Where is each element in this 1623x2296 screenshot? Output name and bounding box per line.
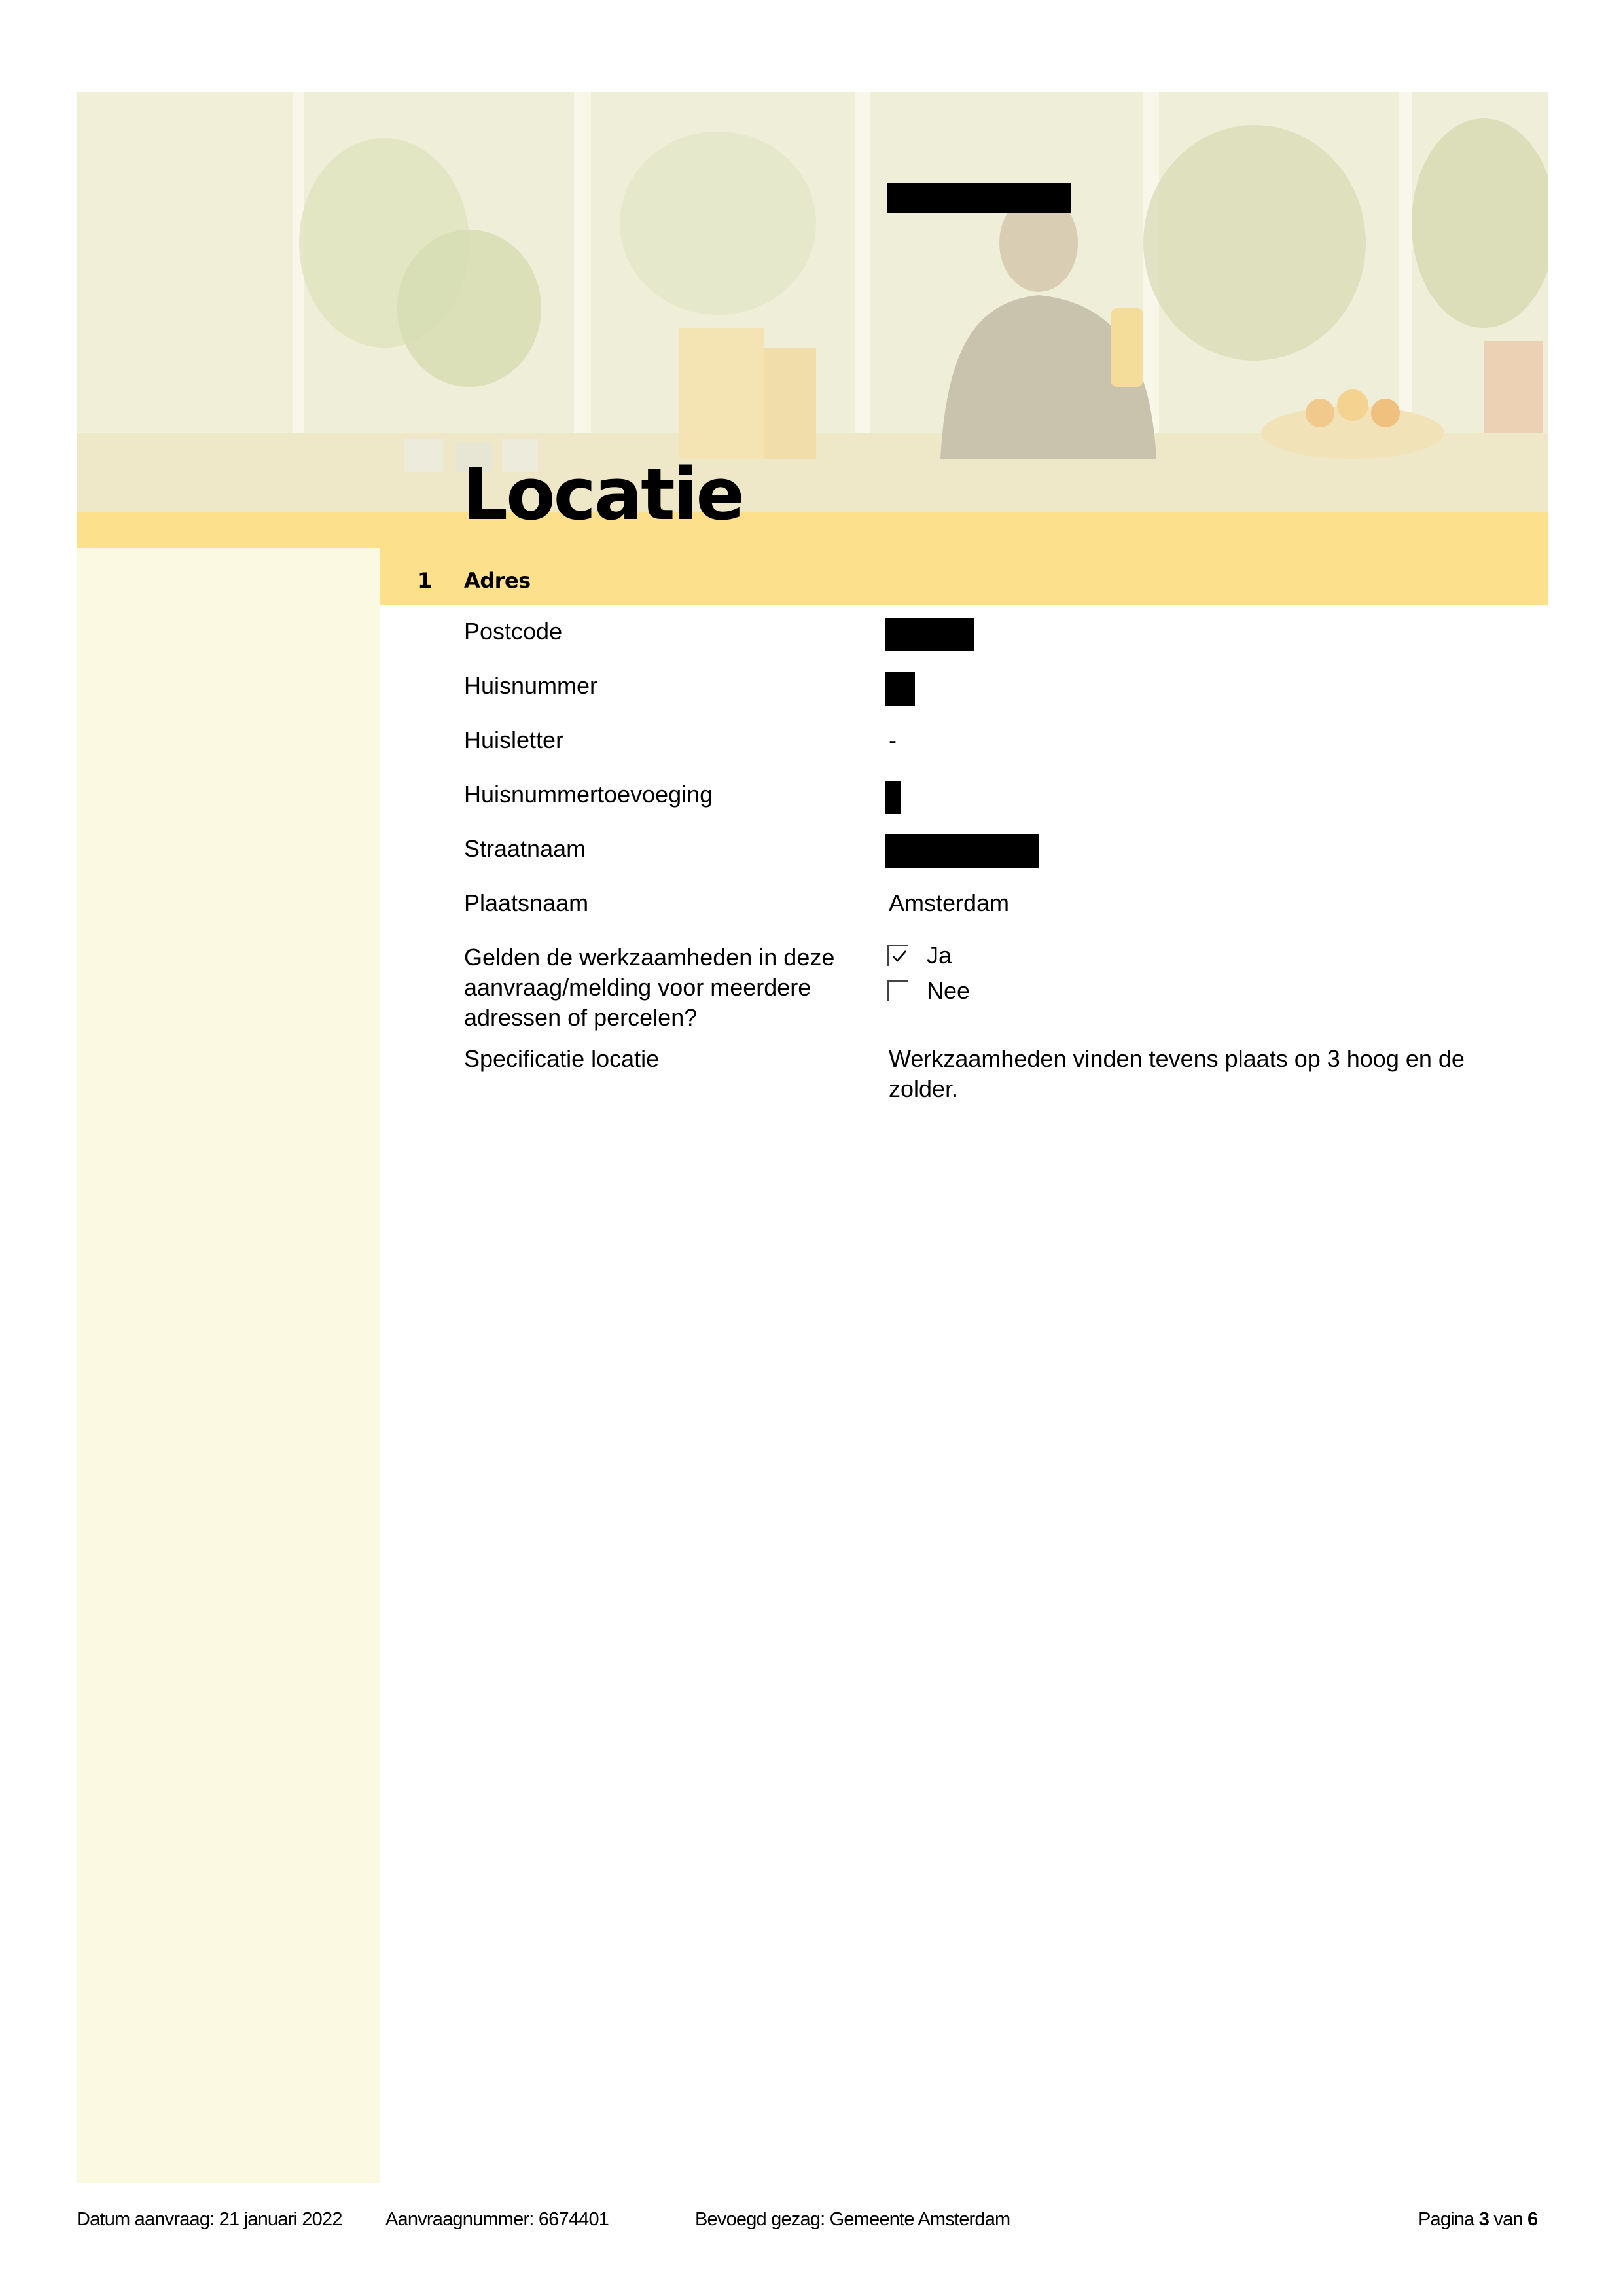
footer-datum: Datum aanvraag: 21 januari 2022 — [77, 2209, 342, 2230]
postcode-label: Postcode — [464, 618, 563, 645]
specificatie-value: Werkzaamheden vinden tevens plaats op 3 … — [889, 1045, 1465, 1102]
footer-aanvraagnummer: Aanvraagnummer: 6674401 — [385, 2209, 609, 2230]
huisnummertoevoeging-label: Huisnummertoevoeging — [464, 781, 713, 808]
section-bar — [380, 550, 1548, 605]
footer-pagina-total: 6 — [1527, 2209, 1538, 2230]
huisnummer-redacted — [885, 672, 915, 706]
straatnaam-label: Straatnaam — [464, 835, 586, 862]
footer-pagination: Pagina 3 van 6 — [1418, 2209, 1538, 2231]
meerdere-adressen-label: Gelden de werkzaamheden in deze aanvraag… — [464, 944, 835, 1031]
footer-bevoegd-gezag: Bevoegd gezag: Gemeente Amsterdam — [695, 2209, 1010, 2230]
huisnummertoevoeging-redacted — [885, 781, 901, 814]
footer-pagina-current: 3 — [1478, 2209, 1489, 2230]
plaatsnaam-value: Amsterdam — [889, 889, 1010, 916]
option-nee-label: Nee — [927, 977, 971, 1004]
huisnummer-label: Huisnummer — [464, 672, 598, 699]
section-number: 1 — [418, 568, 432, 593]
huisletter-value: - — [889, 726, 897, 753]
plaatsnaam-label: Plaatsnaam — [464, 889, 589, 916]
specificatie-label: Specificatie locatie — [464, 1045, 660, 1072]
header-band — [77, 512, 1548, 550]
footer-pagina-prefix: Pagina — [1418, 2209, 1474, 2230]
straatnaam-redacted — [885, 834, 1039, 868]
checkbox-ja[interactable] — [887, 945, 908, 966]
header-photo — [77, 92, 1548, 512]
page-title: Locatie — [462, 452, 745, 536]
postcode-redacted — [885, 618, 974, 651]
footer-pagina-mid: van — [1493, 2209, 1523, 2230]
option-ja-label: Ja — [927, 942, 952, 969]
redacted-name — [887, 183, 1071, 213]
option-nee[interactable]: Nee — [887, 976, 970, 1006]
left-sidebar — [77, 548, 380, 2183]
header-photo-illustration — [77, 92, 1548, 512]
huisletter-label: Huisletter — [464, 726, 564, 753]
section-title: Adres — [464, 568, 531, 593]
checkbox-nee[interactable] — [887, 980, 908, 1001]
check-icon — [893, 950, 906, 962]
option-ja[interactable]: Ja — [887, 941, 952, 971]
